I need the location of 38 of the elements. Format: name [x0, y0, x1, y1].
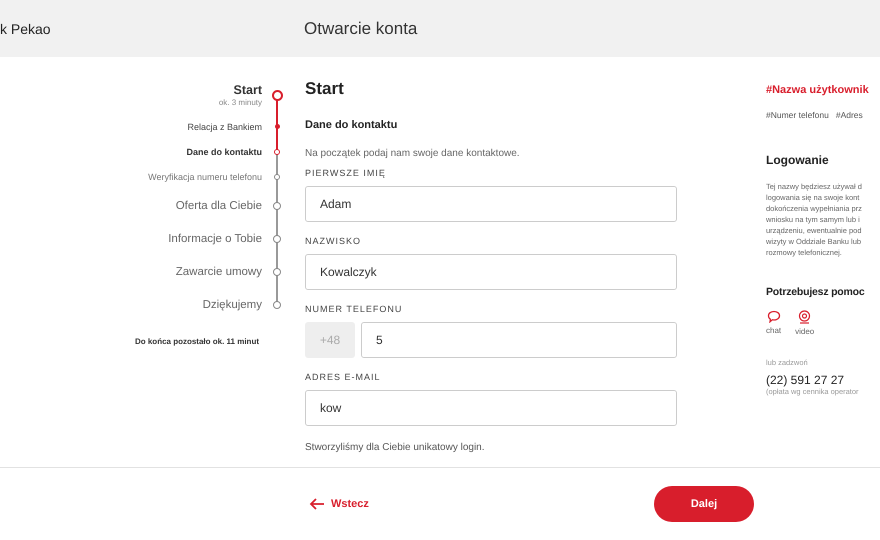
step-label: Dziękujemy — [202, 298, 262, 310]
help-heading: Potrzebujesz pomoc — [766, 286, 866, 298]
input-field[interactable]: kow — [305, 390, 677, 426]
speech-bubble-icon — [766, 310, 781, 323]
back-link[interactable]: Wstecz — [309, 498, 369, 510]
next-button[interactable]: Dalej — [654, 486, 754, 522]
brand-name: k Pekao — [0, 20, 51, 36]
arrow-left-icon — [309, 498, 325, 510]
step-label: Dane do kontaktu — [186, 146, 262, 156]
field-label: ADRES E-MAIL — [305, 372, 382, 382]
video-button[interactable]: video — [795, 310, 814, 336]
field-label: PIERWSZE IMIĘ — [305, 168, 387, 178]
step-label: Zawarcie umowy — [176, 266, 262, 278]
tag: #Adres — [836, 110, 863, 120]
webcam-icon — [798, 310, 812, 324]
phone-number: (22) 591 27 27 — [766, 373, 846, 387]
step-label: Weryfikacja numeru telefonu — [148, 172, 262, 182]
time-remaining: Do końca pozostało ok. 11 minut — [134, 337, 259, 346]
chat-button[interactable]: chat — [766, 310, 782, 336]
page-title: Otwarcie konta — [304, 18, 418, 38]
input-field[interactable]: Kowalczyk — [305, 254, 677, 290]
intro-text: Na początek podaj nam swoje dane kontaktowe. — [305, 148, 521, 159]
country-code: +48 — [305, 322, 355, 358]
step-label: Start — [234, 83, 262, 97]
section-title: Dane do kontaktu — [305, 119, 398, 131]
step-duration: ok. 3 minuty — [218, 98, 262, 107]
field-label: NAZWISKO — [305, 236, 362, 246]
input-field[interactable]: Adam — [305, 186, 677, 222]
tag: #Numer telefonu — [766, 110, 829, 120]
step-label: Oferta dla Ciebie — [176, 200, 262, 212]
username-heading: #Nazwa użytkownik — [766, 84, 870, 96]
form-title: Start — [305, 79, 345, 99]
login-heading: Logowanie — [766, 153, 830, 167]
login-note: Stworzyliśmy dla Ciebie unikatowy login. — [305, 442, 486, 453]
field-label: NUMER TELEFONU — [305, 304, 404, 314]
step-label: Informacje o Tobie — [168, 232, 262, 244]
step-label: Relacja z Bankiem — [187, 122, 262, 132]
input-field[interactable]: 5 — [361, 322, 677, 358]
